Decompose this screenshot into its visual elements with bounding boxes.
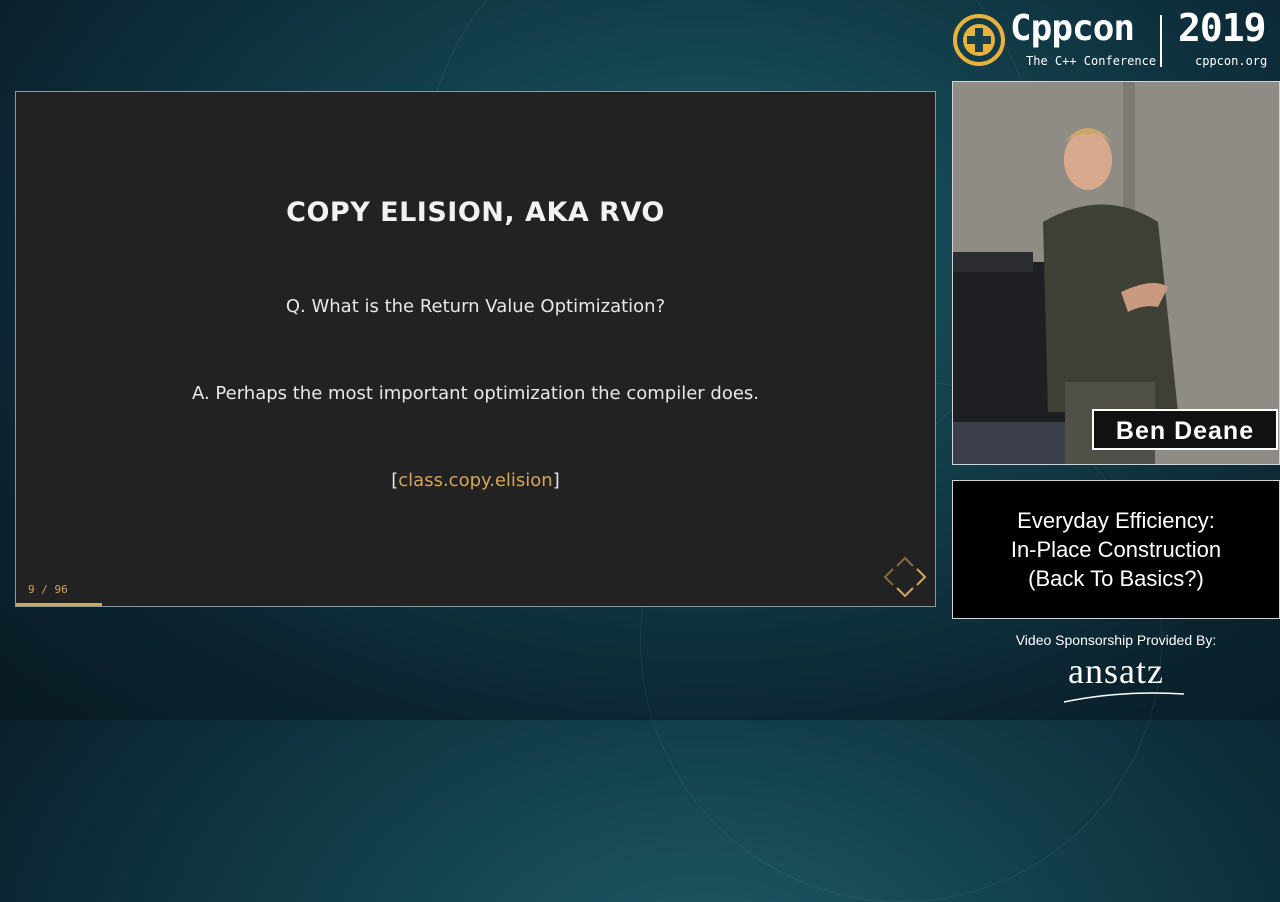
speaker-nameplate: Ben Deane — [1092, 409, 1278, 450]
nav-up-icon[interactable] — [896, 556, 914, 567]
speaker-video — [952, 81, 1280, 465]
talk-title-line: Everyday Efficiency: — [1017, 508, 1215, 533]
nav-right-icon[interactable] — [916, 568, 927, 586]
talk-title-box: Everyday Efficiency: In-Place Constructi… — [952, 480, 1280, 619]
slide-reference: [class.copy.elision] — [16, 470, 935, 491]
sponsor-logo-swoosh-icon — [1063, 692, 1185, 703]
talk-title-line: (Back To Basics?) — [1028, 566, 1204, 591]
slide-counter: 9 / 96 — [28, 583, 68, 596]
brand-year: 2019 — [1178, 6, 1267, 50]
sponsor-caption: Video Sponsorship Provided By: — [1015, 632, 1217, 648]
reference-link[interactable]: class.copy.elision — [398, 470, 552, 491]
brand-tagline: The C++ Conference — [1026, 54, 1157, 68]
slide-navigation-controls[interactable] — [881, 554, 929, 600]
speaker-video-frame — [953, 82, 1279, 464]
slide-answer: A. Perhaps the most important optimizati… — [191, 383, 760, 404]
logo-divider — [1160, 15, 1162, 67]
brand-url: cppcon.org — [1195, 54, 1268, 68]
slide-progress-bar — [16, 603, 103, 606]
cppcon-logo-icon — [953, 14, 1005, 66]
brand-name: Cppcon — [1010, 8, 1135, 49]
nav-left-icon[interactable] — [883, 568, 894, 586]
nav-down-icon[interactable] — [896, 587, 914, 598]
slide-question: Q. What is the Return Value Optimization… — [285, 296, 666, 317]
slide-title: COPY ELISION, AKA RVO — [286, 197, 665, 228]
talk-title-line: In-Place Construction — [1010, 537, 1222, 562]
reference-bracket-close: ] — [552, 470, 560, 491]
presentation-slide: COPY ELISION, AKA RVO Q. What is the Ret… — [15, 91, 936, 607]
